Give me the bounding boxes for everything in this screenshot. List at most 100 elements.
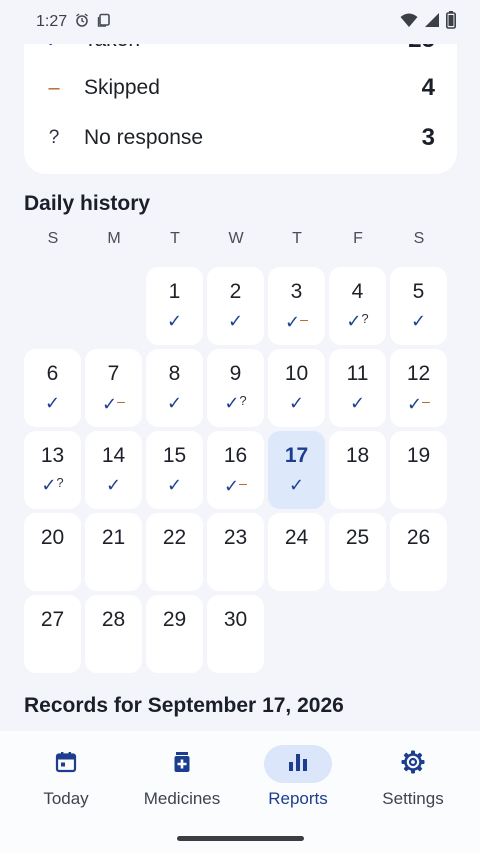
day-number: 23 xyxy=(223,526,248,549)
nav-reports-label: Reports xyxy=(268,789,328,808)
calendar-day[interactable]: 15 ✓ xyxy=(146,431,203,509)
calendar-day[interactable]: 30 xyxy=(207,595,264,673)
day-number: 1 xyxy=(168,280,181,303)
calendar-day[interactable]: 2 ✓ xyxy=(207,267,264,345)
calendar-day[interactable]: 25 xyxy=(329,513,386,591)
calendar-day[interactable]: 3 ✓– xyxy=(268,267,325,345)
calendar-day[interactable]: 21 xyxy=(85,513,142,591)
nav-medicines[interactable]: Medicines xyxy=(122,745,242,815)
day-number: 20 xyxy=(40,526,65,549)
nav-reports[interactable]: Reports xyxy=(238,745,358,815)
day-number: 21 xyxy=(101,526,126,549)
calendar-day[interactable]: 18 xyxy=(329,431,386,509)
home-indicator[interactable] xyxy=(177,836,304,841)
day-status-marks: ✓ xyxy=(85,475,142,496)
taken-check-icon: ✓ xyxy=(41,475,57,495)
day-number: 9 xyxy=(229,362,242,385)
day-number: 4 xyxy=(351,280,364,303)
taken-check-icon: ✓ xyxy=(346,311,362,331)
taken-check-icon: ✓ xyxy=(288,475,305,495)
day-number: 6 xyxy=(46,362,59,385)
calendar-day[interactable]: 6 ✓ xyxy=(24,349,81,427)
taken-check-icon: ✓ xyxy=(288,393,305,413)
calendar-day[interactable]: 24 xyxy=(268,513,325,591)
weekday-label: M xyxy=(107,230,121,247)
no-response-icon: ? xyxy=(56,475,64,490)
status-time: 1:27 xyxy=(36,13,68,30)
taken-check-icon: ✓ xyxy=(105,475,122,495)
calendar-day[interactable]: 10 ✓ xyxy=(268,349,325,427)
calendar-day[interactable]: 11 ✓ xyxy=(329,349,386,427)
day-number: 16 xyxy=(223,444,248,467)
day-number: 18 xyxy=(345,444,370,467)
summary-card: ✓ Taken 25 – Skipped 4 ? No response 3 xyxy=(24,44,457,174)
calendar-day[interactable]: 29 xyxy=(146,595,203,673)
calendar-day[interactable]: 9 ✓? xyxy=(207,349,264,427)
taken-check-icon: ✓ xyxy=(227,311,244,331)
taken-check-icon: ✓ xyxy=(44,393,61,413)
taken-check-icon: ✓ xyxy=(224,393,240,413)
nav-today-label: Today xyxy=(43,789,89,808)
weekday-header: S M T W T F S xyxy=(24,230,448,252)
day-status-marks: ✓ xyxy=(329,393,386,414)
day-status-marks: ✓? xyxy=(329,311,386,332)
records-title: Records for September 17, 2026 xyxy=(24,694,344,717)
taken-check-icon: ✓ xyxy=(166,311,183,331)
no-response-icon: ? xyxy=(239,393,247,408)
status-bar: 1:27 xyxy=(0,0,480,44)
nav-settings-label: Settings xyxy=(382,789,444,808)
calendar-day[interactable]: 23 xyxy=(207,513,264,591)
nav-medicines-pill xyxy=(148,745,216,783)
calendar-day[interactable]: 7 ✓– xyxy=(85,349,142,427)
calendar-day[interactable]: 8 ✓ xyxy=(146,349,203,427)
nav-settings[interactable]: Settings xyxy=(353,745,473,815)
weekday-label: W xyxy=(228,230,244,247)
calendar-day[interactable]: 22 xyxy=(146,513,203,591)
day-number: 5 xyxy=(412,280,425,303)
calendar-day[interactable]: 16 ✓– xyxy=(207,431,264,509)
calendar-day[interactable]: 20 xyxy=(24,513,81,591)
calendar-day[interactable]: 28 xyxy=(85,595,142,673)
day-status-marks: ✓– xyxy=(85,393,142,415)
summary-label: No response xyxy=(84,126,204,149)
calendar-day[interactable]: 12 ✓– xyxy=(390,349,447,427)
calendar-day[interactable]: 14 ✓ xyxy=(85,431,142,509)
day-number: 29 xyxy=(162,608,187,631)
calendar-day[interactable]: 17 ✓ xyxy=(268,431,325,509)
day-number: 10 xyxy=(284,362,309,385)
day-number: 2 xyxy=(229,280,242,303)
nav-settings-pill xyxy=(379,745,447,783)
no-response-icon: ? xyxy=(361,311,369,326)
calendar-day[interactable]: 4 ✓? xyxy=(329,267,386,345)
day-status-marks: ✓ xyxy=(390,311,447,332)
day-number: 14 xyxy=(101,444,126,467)
bar-chart-icon xyxy=(286,750,310,779)
calendar-day[interactable]: 19 xyxy=(390,431,447,509)
calendar-day[interactable]: 1 ✓ xyxy=(146,267,203,345)
day-number: 22 xyxy=(162,526,187,549)
screenshot-icon xyxy=(97,13,111,32)
taken-check-icon: ✓ xyxy=(285,312,301,332)
no-response-mark: ? xyxy=(48,127,60,148)
taken-check-icon: ✓ xyxy=(166,393,183,413)
skipped-dash-icon: – xyxy=(422,393,430,409)
day-number: 30 xyxy=(223,608,248,631)
nav-reports-pill xyxy=(264,745,332,783)
day-number: 13 xyxy=(40,444,65,467)
wifi-icon xyxy=(400,12,418,33)
summary-row-no-response: ? No response 3 xyxy=(24,118,457,158)
day-status-marks: ✓ xyxy=(146,475,203,496)
calendar-day[interactable]: 5 ✓ xyxy=(390,267,447,345)
day-number: 25 xyxy=(345,526,370,549)
taken-check-icon: ✓ xyxy=(224,476,240,496)
day-number: 11 xyxy=(346,362,369,385)
nav-today[interactable]: Today xyxy=(6,745,126,815)
calendar-day[interactable]: 13 ✓? xyxy=(24,431,81,509)
day-status-marks: ✓– xyxy=(207,475,264,497)
skipped-mark: – xyxy=(48,76,60,99)
day-number: 26 xyxy=(406,526,431,549)
calendar-day[interactable]: 26 xyxy=(390,513,447,591)
weekday-label: S xyxy=(47,230,59,247)
taken-check-icon: ✓ xyxy=(410,311,427,331)
calendar-day[interactable]: 27 xyxy=(24,595,81,673)
